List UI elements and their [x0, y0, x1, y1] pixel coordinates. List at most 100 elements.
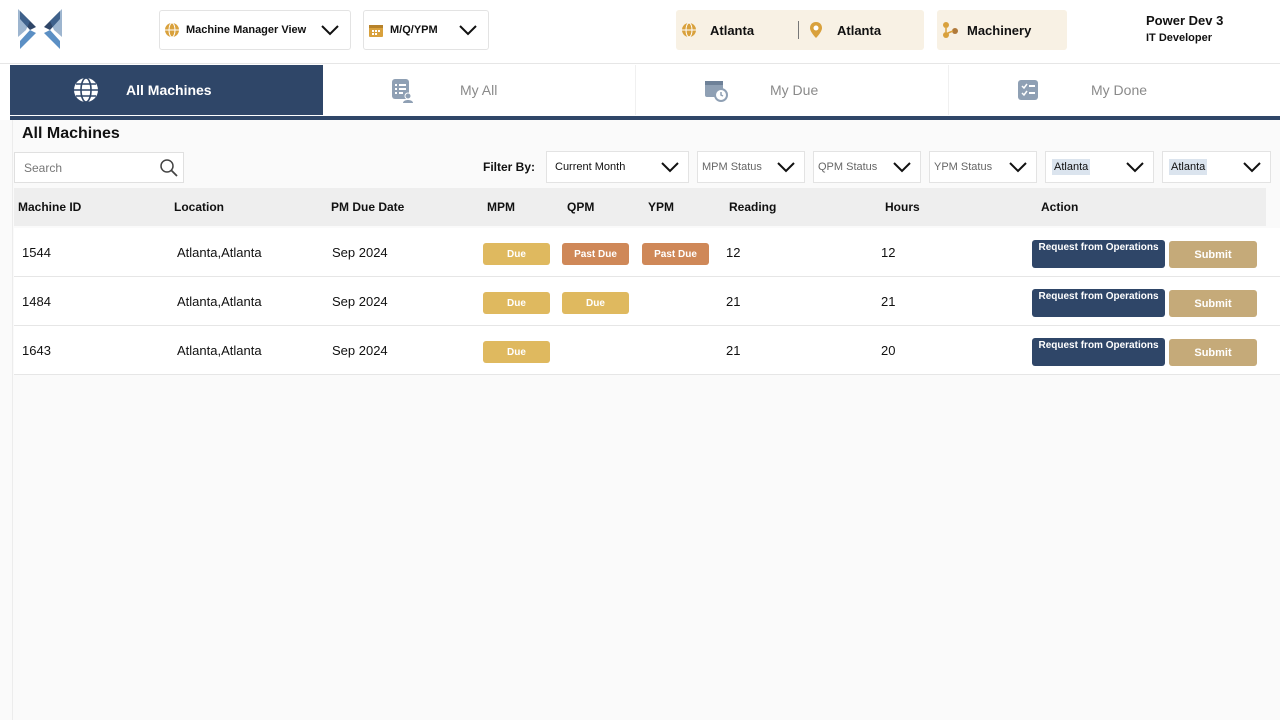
- calendar-clock-icon: [705, 81, 728, 102]
- filter-label: Filter By:: [483, 160, 536, 174]
- machine-id: 1544: [22, 245, 51, 260]
- chevron-down-icon: [459, 25, 477, 36]
- mpm-status-select[interactable]: MPM Status: [697, 151, 805, 183]
- mpm-status-value: MPM Status: [702, 161, 762, 173]
- ypm-status-badge: Past Due: [642, 243, 709, 265]
- tab-all-machines[interactable]: All Machines: [10, 65, 323, 115]
- checklist-icon: [1018, 80, 1038, 100]
- submit-button[interactable]: Submit: [1169, 339, 1257, 366]
- tab-bar: All Machines My All My Due My Done: [10, 65, 1280, 120]
- app-logo: [18, 9, 62, 49]
- qpm-status-value: QPM Status: [818, 161, 878, 173]
- page-title: All Machines: [22, 125, 120, 142]
- column-header-hours[interactable]: Hours: [885, 200, 920, 214]
- map-pin-icon: [810, 22, 822, 38]
- location-filter-text: Atlanta: [1169, 159, 1208, 175]
- qpm-status-select[interactable]: QPM Status: [813, 151, 921, 183]
- search-icon[interactable]: [159, 158, 179, 178]
- view-select[interactable]: Machine Manager View: [159, 10, 351, 50]
- period-select[interactable]: M/Q/YPM: [363, 10, 489, 50]
- tab-label: All Machines: [126, 82, 212, 98]
- machine-location: Atlanta,Atlanta: [177, 245, 262, 260]
- chevron-down-icon: [1009, 162, 1027, 173]
- view-select-value: Machine Manager View: [186, 24, 307, 36]
- location-filter-text: Atlanta: [1052, 159, 1091, 175]
- ypm-status-value: YPM Status: [934, 161, 993, 173]
- reading-value: 12: [726, 245, 741, 260]
- globe-icon: [74, 77, 98, 103]
- tab-my-all[interactable]: My All: [323, 65, 636, 115]
- table-row: 1643 Atlanta,Atlanta Sep 2024 Due 21 20 …: [14, 326, 1280, 375]
- submit-button[interactable]: Submit: [1169, 290, 1257, 317]
- app-header: Machine Manager View M/Q/YPM Atlanta Atl…: [0, 0, 1280, 64]
- user-role: IT Developer: [1146, 32, 1213, 44]
- chevron-down-icon: [321, 25, 339, 36]
- search-placeholder: Search: [24, 160, 63, 175]
- tab-label: My Due: [770, 82, 819, 98]
- category-selector[interactable]: Machinery: [937, 10, 1067, 50]
- tab-my-done[interactable]: My Done: [949, 65, 1262, 115]
- table-row: 1544 Atlanta,Atlanta Sep 2024 Due Past D…: [14, 228, 1280, 277]
- location-selector[interactable]: Atlanta Atlanta: [676, 10, 924, 50]
- column-header-pm-due-date[interactable]: PM Due Date: [331, 200, 404, 214]
- location-filter-select-1[interactable]: Atlanta: [1045, 151, 1154, 183]
- column-header-location[interactable]: Location: [174, 200, 224, 214]
- mpm-status-badge: Due: [483, 341, 550, 363]
- globe-pin-icon: [682, 22, 696, 38]
- chevron-down-icon: [1126, 162, 1144, 173]
- machinery-icon: [943, 22, 958, 38]
- location-filter-value: Atlanta: [1052, 159, 1125, 175]
- request-from-operations-button[interactable]: Request from Operations: [1032, 240, 1165, 268]
- chevron-down-icon: [777, 162, 795, 173]
- period-select-value: M/Q/YPM: [390, 24, 438, 36]
- category-label: Machinery: [967, 22, 1032, 38]
- hours-value: 21: [881, 294, 896, 309]
- column-header-machine-id[interactable]: Machine ID: [18, 200, 81, 214]
- machine-location: Atlanta,Atlanta: [177, 294, 262, 309]
- qpm-status-badge: Due: [562, 292, 629, 314]
- column-header-qpm[interactable]: QPM: [567, 200, 594, 214]
- location-filter-value: Atlanta: [1169, 159, 1242, 175]
- tab-my-due[interactable]: My Due: [636, 65, 949, 115]
- list-user-icon: [392, 79, 413, 103]
- reading-value: 21: [726, 343, 741, 358]
- calendar-icon: [369, 25, 383, 37]
- user-profile[interactable]: Power Dev 3 IT Developer: [1146, 13, 1223, 47]
- tab-label: My Done: [1091, 82, 1148, 98]
- chevron-down-icon: [893, 162, 911, 173]
- request-from-operations-button[interactable]: Request from Operations: [1032, 289, 1165, 317]
- column-header-ypm[interactable]: YPM: [648, 200, 674, 214]
- request-from-operations-button[interactable]: Request from Operations: [1032, 338, 1165, 366]
- hours-value: 20: [881, 343, 896, 358]
- hours-value: 12: [881, 245, 896, 260]
- column-header-mpm[interactable]: MPM: [487, 200, 515, 214]
- reading-value: 21: [726, 294, 741, 309]
- location-site: Atlanta: [837, 22, 882, 38]
- divider: [12, 120, 13, 720]
- pm-due-date: Sep 2024: [332, 343, 388, 358]
- location-filter-select-2[interactable]: Atlanta: [1162, 151, 1271, 183]
- location-city: Atlanta: [710, 22, 755, 38]
- period-filter-value: Current Month: [555, 161, 626, 173]
- mpm-status-badge: Due: [483, 292, 550, 314]
- tab-label: My All: [460, 82, 498, 98]
- pm-due-date: Sep 2024: [332, 294, 388, 309]
- machine-id: 1484: [22, 294, 51, 309]
- machine-id: 1643: [22, 343, 51, 358]
- divider: [798, 21, 799, 39]
- submit-button[interactable]: Submit: [1169, 241, 1257, 268]
- search-input[interactable]: Search: [14, 152, 184, 183]
- mpm-status-badge: Due: [483, 243, 550, 265]
- machine-location: Atlanta,Atlanta: [177, 343, 262, 358]
- chevron-down-icon: [661, 162, 679, 173]
- globe-icon: [165, 22, 179, 38]
- column-header-action: Action: [1041, 200, 1079, 214]
- ypm-status-select[interactable]: YPM Status: [929, 151, 1037, 183]
- user-name: Power Dev 3: [1146, 13, 1224, 28]
- pm-due-date: Sep 2024: [332, 245, 388, 260]
- table-header: Machine ID Location PM Due Date MPM QPM …: [14, 188, 1266, 226]
- table-row: 1484 Atlanta,Atlanta Sep 2024 Due Due 21…: [14, 277, 1280, 326]
- column-header-reading[interactable]: Reading: [729, 200, 776, 214]
- period-filter-select[interactable]: Current Month: [546, 151, 689, 183]
- chevron-down-icon: [1243, 162, 1261, 173]
